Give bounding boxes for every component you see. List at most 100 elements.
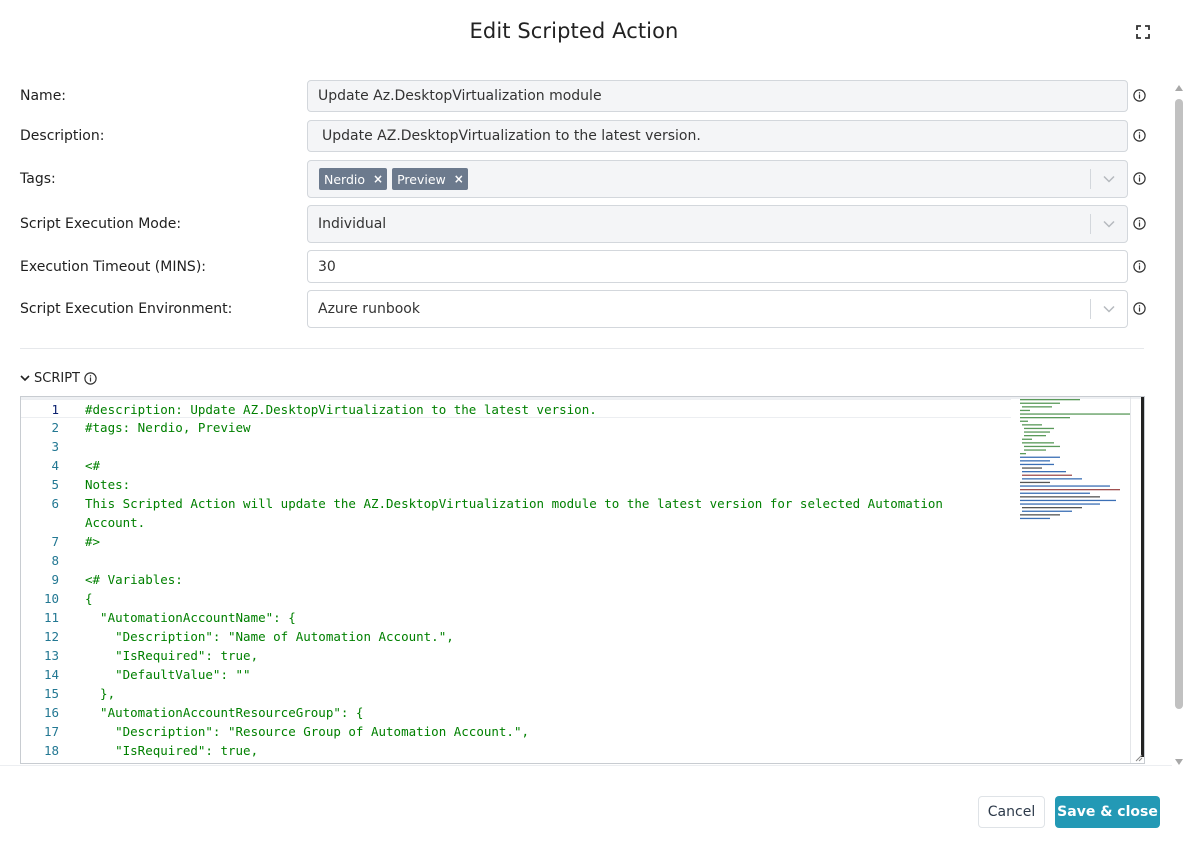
editor-scroll-thumb[interactable] (1141, 397, 1144, 757)
code-line[interactable]: 8 (21, 551, 1011, 570)
chevron-down-icon[interactable] (1103, 175, 1115, 183)
line-number: 6 (51, 496, 59, 511)
minimap-line (1020, 399, 1080, 401)
execution-mode-select[interactable]: Individual (307, 205, 1128, 243)
minimap-line (1022, 474, 1072, 476)
timeout-label: Execution Timeout (MINS): (20, 258, 206, 275)
cancel-button[interactable]: Cancel (978, 796, 1045, 828)
minimap-line (1020, 453, 1026, 455)
line-number: 11 (43, 610, 59, 625)
page-scroll-thumb[interactable] (1175, 99, 1183, 709)
line-number: 12 (43, 629, 59, 644)
code-line[interactable]: 9 <# Variables: (21, 570, 1011, 589)
line-number: 15 (43, 686, 59, 701)
minimap-line (1022, 507, 1082, 509)
minimap-line (1020, 489, 1120, 491)
code-line[interactable]: 13 "IsRequired": true, (21, 646, 1011, 665)
save-close-button[interactable]: Save & close (1055, 796, 1160, 828)
code-line[interactable]: 1 #description: Update AZ.DesktopVirtuali… (21, 399, 1011, 418)
code-line[interactable]: 17 "Description": "Resource Group of Aut… (21, 722, 1011, 741)
tag-remove-icon[interactable]: × (454, 172, 464, 186)
code-text: "AutomationAccountResourceGroup": { (85, 705, 364, 720)
chevron-down-icon[interactable] (1103, 305, 1115, 313)
info-circle-icon[interactable] (1133, 217, 1146, 230)
description-input[interactable]: Update AZ.DesktopVirtualization to the l… (307, 120, 1128, 152)
scroll-up-icon[interactable] (1175, 85, 1183, 91)
line-number: 1 (51, 402, 59, 417)
tag-chip: Preview × (392, 168, 468, 190)
tags-select[interactable]: Nerdio × Preview × (307, 160, 1128, 198)
info-circle-icon[interactable] (1133, 129, 1146, 142)
chevron-down-icon[interactable] (1103, 220, 1115, 228)
code-text: "DefaultValue": "" (85, 667, 251, 682)
info-circle-icon[interactable] (1133, 260, 1146, 273)
line-number: 10 (43, 591, 59, 606)
timeout-input[interactable]: 30 (307, 250, 1128, 283)
code-line[interactable]: 18 "IsRequired": true, (21, 741, 1011, 760)
info-circle-icon[interactable] (1133, 302, 1146, 315)
environment-select[interactable]: Azure runbook (307, 290, 1128, 328)
minimap-line (1022, 406, 1052, 408)
code-text: #description: Update AZ.DesktopVirtualiz… (85, 402, 597, 417)
code-line[interactable]: 2 #tags: Nerdio, Preview (21, 418, 1011, 437)
scroll-down-icon[interactable] (1175, 759, 1183, 765)
minimap-line (1020, 417, 1070, 419)
code-line[interactable]: 7 #> (21, 532, 1011, 551)
line-number: 14 (43, 667, 59, 682)
minimap-line (1022, 467, 1042, 469)
code-text: Account. (85, 515, 146, 530)
minimap-line (1020, 402, 1060, 404)
code-line[interactable]: Account. (21, 513, 1011, 532)
code-text: { (85, 591, 93, 606)
select-separator (1090, 214, 1091, 234)
code-line[interactable]: 16 "AutomationAccountResourceGroup": { (21, 703, 1011, 722)
code-line[interactable]: 6 This Scripted Action will update the AZ… (21, 494, 1011, 513)
minimap-line (1020, 456, 1060, 458)
minimap-line (1022, 478, 1082, 480)
script-section-toggle[interactable]: SCRIPT (20, 371, 101, 386)
name-label: Name: (20, 88, 67, 104)
name-input[interactable]: Update Az.DesktopVirtualization module (307, 80, 1128, 112)
select-separator (1090, 299, 1091, 319)
line-number: 9 (51, 572, 59, 587)
environment-value: Azure runbook (318, 301, 420, 317)
code-line[interactable]: 5 Notes: (21, 475, 1011, 494)
timeout-row: Execution Timeout (MINS): 30 (20, 250, 1150, 283)
code-text: #> (85, 534, 101, 549)
line-number: 3 (51, 439, 59, 454)
line-number: 7 (51, 534, 59, 549)
minimap-line (1022, 438, 1032, 440)
script-editor[interactable]: 1 #description: Update AZ.DesktopVirtuali… (20, 396, 1145, 764)
code-line[interactable]: 11 "AutomationAccountName": { (21, 608, 1011, 627)
code-line[interactable]: 4 <# (21, 456, 1011, 475)
editor-scrollbar[interactable] (1130, 397, 1144, 763)
minimap-line (1022, 471, 1066, 473)
line-number: 4 (51, 458, 59, 473)
code-line[interactable]: 14 "DefaultValue": "" (21, 665, 1011, 684)
page-scrollbar[interactable] (1172, 85, 1186, 765)
minimap-line (1022, 510, 1072, 512)
info-circle-icon[interactable] (1133, 172, 1146, 185)
info-circle-icon[interactable] (84, 372, 97, 385)
code-text: "Description": "Name of Automation Accou… (85, 629, 454, 644)
code-line[interactable]: 12 "Description": "Name of Automation Ac… (21, 627, 1011, 646)
tag-remove-icon[interactable]: × (373, 172, 383, 186)
footer-divider (0, 765, 1172, 766)
info-circle-icon[interactable] (1133, 89, 1146, 102)
code-text: "Description": "Resource Group of Automa… (85, 724, 530, 739)
code-line[interactable]: 3 (21, 437, 1011, 456)
code-line[interactable]: 15 }, (21, 684, 1011, 703)
minimap-line (1020, 413, 1130, 415)
code-text: "AutomationAccountName": { (85, 610, 296, 625)
minimap-line (1020, 499, 1116, 502)
expand-icon[interactable] (1136, 25, 1150, 39)
line-number: 16 (43, 705, 59, 720)
resize-grip-icon[interactable] (1134, 753, 1143, 762)
execution-mode-value: Individual (318, 216, 387, 232)
code-line[interactable]: 10 { (21, 589, 1011, 608)
code-text: "IsRequired": true, (85, 743, 259, 758)
editor-minimap[interactable] (1018, 397, 1130, 527)
description-label: Description: (20, 128, 105, 144)
code-lines[interactable]: 1 #description: Update AZ.DesktopVirtuali… (21, 399, 1011, 760)
tag-label: Nerdio (324, 171, 366, 187)
